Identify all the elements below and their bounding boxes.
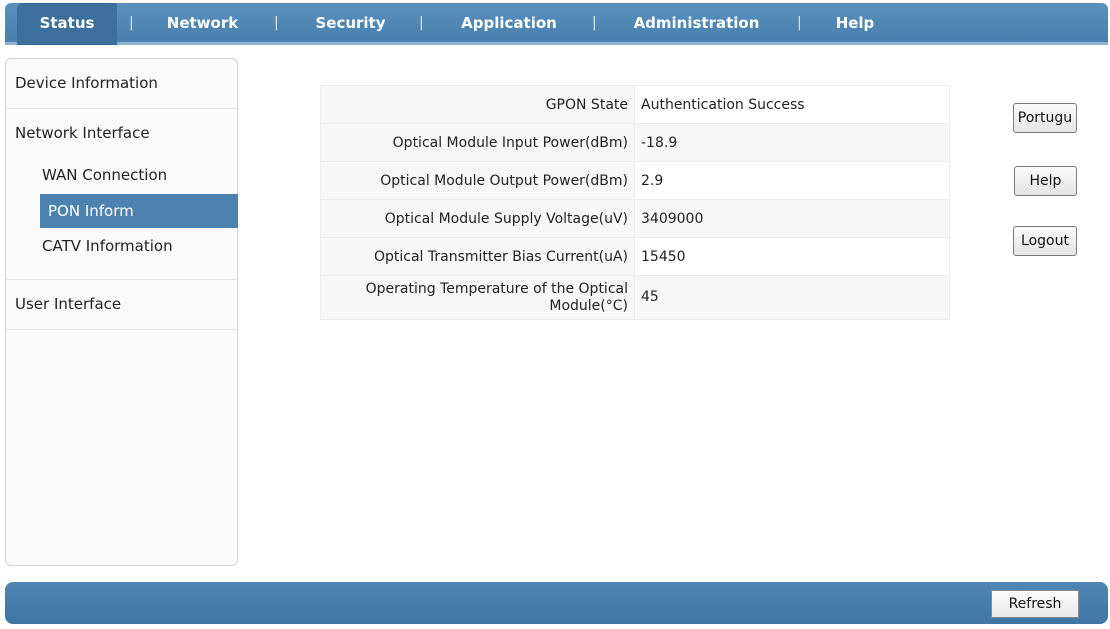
input-power-value: -18.9 <box>634 123 950 162</box>
temperature-label: Operating Temperature of the Optical Mod… <box>320 275 635 320</box>
input-power-label: Optical Module Input Power(dBm) <box>320 123 635 162</box>
nav-separator: | <box>274 15 279 31</box>
table-row: Optical Module Input Power(dBm) -18.9 <box>320 123 950 162</box>
supply-voltage-value: 3409000 <box>634 199 950 238</box>
nav-separator: | <box>797 15 802 31</box>
refresh-button[interactable]: Refresh <box>991 590 1079 618</box>
temperature-value: 45 <box>634 275 950 320</box>
sidebar-item-device-information[interactable]: Device Information <box>15 66 229 100</box>
sidebar-divider <box>6 329 237 330</box>
sidebar-item-network-interface[interactable]: Network Interface <box>15 116 229 150</box>
logout-button[interactable]: Logout <box>1013 226 1077 256</box>
gpon-state-value: Authentication Success <box>634 85 950 124</box>
top-nav-bar: Status | Network | Security | Applicatio… <box>5 3 1108 45</box>
sidebar-item-catv-information[interactable]: CATV Information <box>34 229 232 263</box>
pon-info-table: GPON State Authentication Success Optica… <box>320 85 950 320</box>
nav-separator: | <box>129 15 134 31</box>
sidebar-item-user-interface[interactable]: User Interface <box>15 287 229 321</box>
sidebar-divider <box>6 108 237 109</box>
nav-tab-help[interactable]: Help <box>825 3 885 45</box>
table-row: Operating Temperature of the Optical Mod… <box>320 275 950 320</box>
nav-tab-administration[interactable]: Administration <box>619 3 774 45</box>
bottom-bar: Refresh <box>5 582 1108 624</box>
help-button[interactable]: Help <box>1014 166 1077 196</box>
nav-tab-network[interactable]: Network <box>155 3 250 45</box>
bias-current-value: 15450 <box>634 237 950 276</box>
table-row: Optical Transmitter Bias Current(uA) 154… <box>320 237 950 276</box>
sidebar-item-wan-connection[interactable]: WAN Connection <box>34 158 232 192</box>
output-power-label: Optical Module Output Power(dBm) <box>320 161 635 200</box>
nav-tab-status[interactable]: Status <box>17 3 117 45</box>
gpon-state-label: GPON State <box>320 85 635 124</box>
supply-voltage-label: Optical Module Supply Voltage(uV) <box>320 199 635 238</box>
table-row: Optical Module Supply Voltage(uV) 340900… <box>320 199 950 238</box>
output-power-value: 2.9 <box>634 161 950 200</box>
nav-separator: | <box>592 15 597 31</box>
nav-tab-application[interactable]: Application <box>449 3 569 45</box>
sidebar-divider <box>6 279 237 280</box>
table-row: GPON State Authentication Success <box>320 85 950 124</box>
language-button[interactable]: Portugu <box>1013 103 1077 133</box>
nav-tab-security[interactable]: Security <box>303 3 398 45</box>
sidebar-item-pon-inform[interactable]: PON Inform <box>40 194 238 228</box>
table-row: Optical Module Output Power(dBm) 2.9 <box>320 161 950 200</box>
bias-current-label: Optical Transmitter Bias Current(uA) <box>320 237 635 276</box>
sidebar: Device Information Network Interface WAN… <box>5 58 238 566</box>
nav-separator: | <box>419 15 424 31</box>
